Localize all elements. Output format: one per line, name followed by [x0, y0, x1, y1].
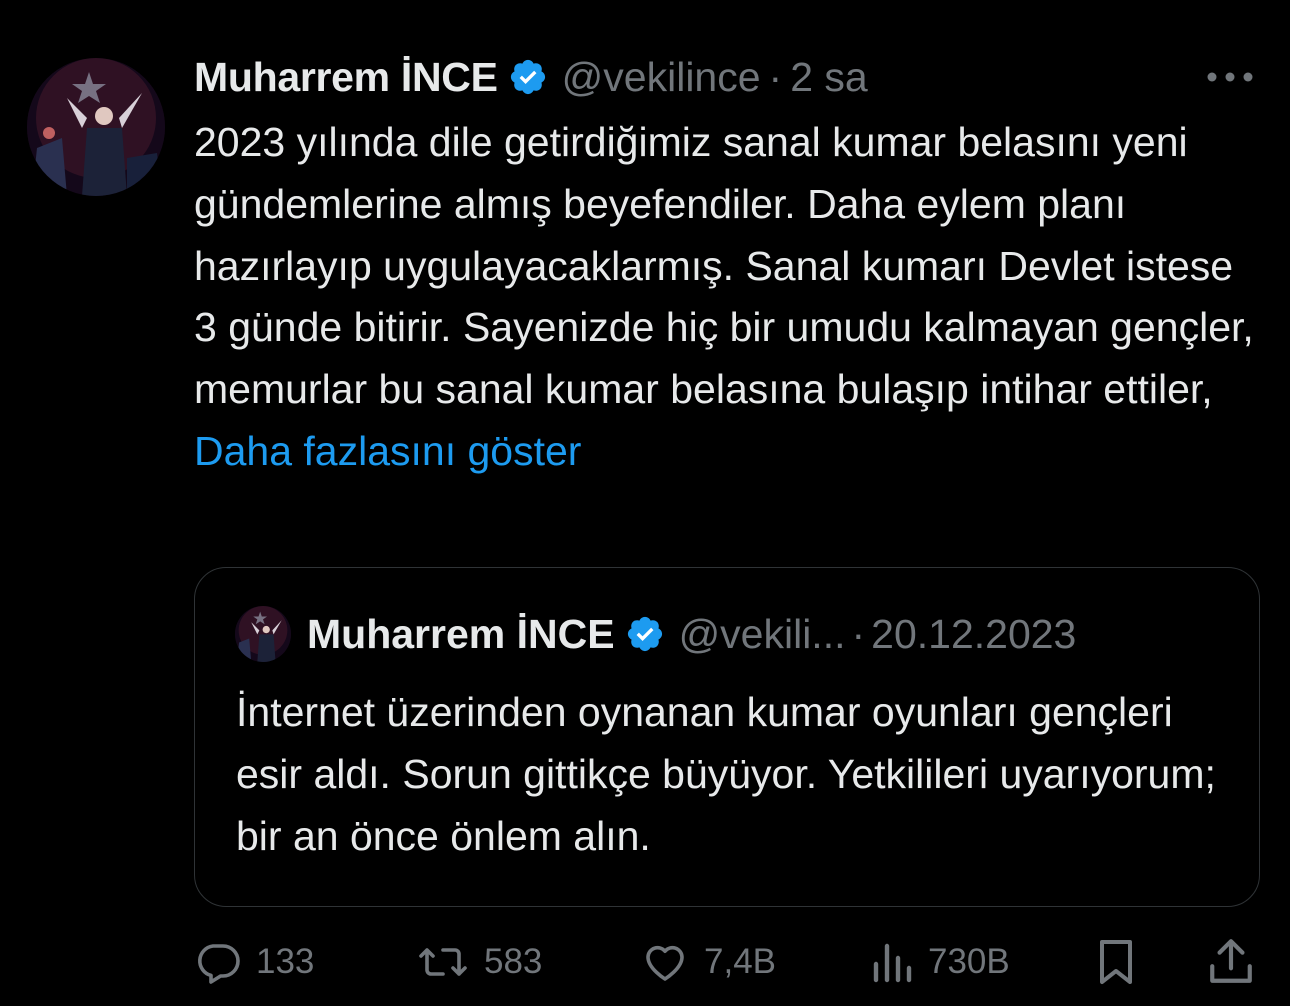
- bookmark-button[interactable]: [1094, 934, 1138, 990]
- quoted-header-separator: ·: [851, 610, 866, 657]
- quoted-tweet-text: İnternet üzerinden oynanan kumar oyunlar…: [236, 689, 1216, 859]
- views-button[interactable]: 730B: [870, 934, 1010, 990]
- tweet-text-content: 2023 yılında dile getirdiğimiz sanal kum…: [194, 119, 1254, 413]
- header-separator: ·: [768, 53, 783, 100]
- reply-icon: [198, 944, 240, 984]
- author-name[interactable]: Muharrem İNCE: [194, 54, 498, 101]
- quoted-author-avatar: [235, 606, 291, 662]
- reply-count: 133: [256, 942, 315, 981]
- reply-button[interactable]: 133: [194, 934, 314, 990]
- quoted-author-handle: @vekili...: [678, 610, 846, 657]
- views-count: 730B: [928, 942, 1010, 981]
- like-count: 7,4B: [704, 942, 776, 981]
- share-button[interactable]: [1208, 934, 1254, 990]
- like-button[interactable]: 7,4B: [640, 934, 776, 990]
- views-chart-icon: [873, 943, 912, 983]
- share-icon: [1210, 939, 1252, 983]
- author-avatar[interactable]: [27, 58, 165, 196]
- action-bar: 133 583 7,4B 730B: [194, 934, 1260, 990]
- show-more-link[interactable]: Daha fazlasını göster: [194, 428, 581, 474]
- verified-badge-icon: [508, 57, 548, 97]
- tweet-main: Muharrem İNCE @vekilince · 2 sa 2023 yıl…: [194, 48, 1264, 483]
- tweet-time[interactable]: 2 sa: [790, 54, 868, 101]
- verified-badge-icon: [625, 614, 665, 654]
- tweet-header: Muharrem İNCE @vekilince · 2 sa: [194, 48, 1264, 106]
- repost-icon: [419, 948, 467, 976]
- tweet[interactable]: Muharrem İNCE @vekilince · 2 sa 2023 yıl…: [0, 0, 1290, 1006]
- bookmark-icon: [1100, 940, 1132, 984]
- quoted-tweet[interactable]: Muharrem İNCE @vekili... · 20.12.2023 İn…: [194, 567, 1260, 907]
- quoted-tweet-header: Muharrem İNCE @vekili... · 20.12.2023: [235, 606, 1076, 662]
- quoted-author-name: Muharrem İNCE: [307, 610, 615, 657]
- avatar-image: [27, 58, 165, 196]
- author-handle[interactable]: @vekilince: [562, 54, 761, 101]
- quoted-tweet-date: 20.12.2023: [871, 610, 1077, 657]
- tweet-text: 2023 yılında dile getirdiğimiz sanal kum…: [194, 112, 1264, 483]
- heart-icon: [646, 945, 684, 981]
- repost-count: 583: [484, 942, 543, 981]
- repost-button[interactable]: 583: [416, 934, 542, 990]
